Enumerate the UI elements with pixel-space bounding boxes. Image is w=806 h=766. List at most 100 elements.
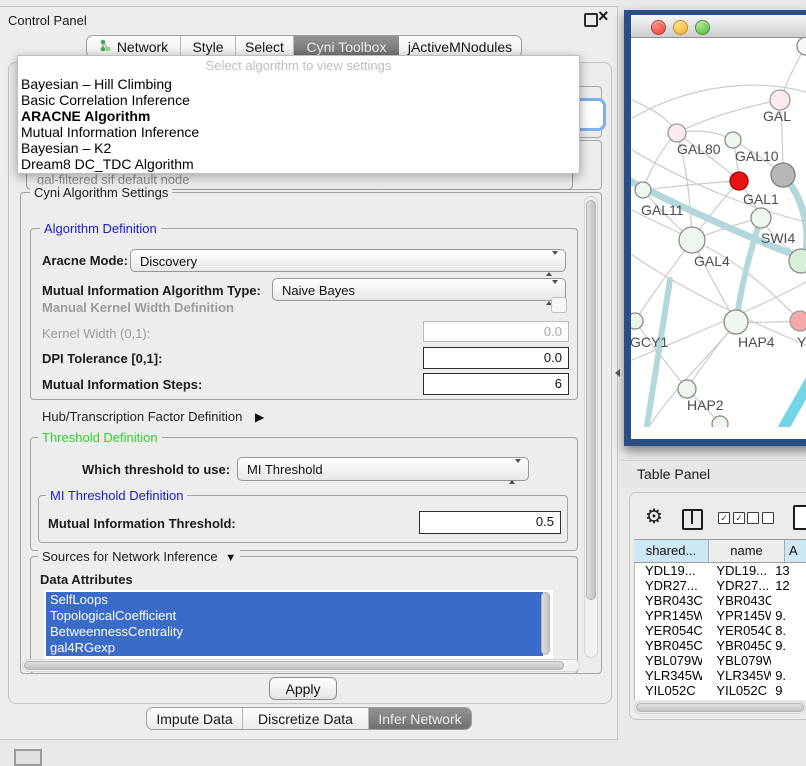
network-node[interactable] [797, 38, 806, 55]
network-node[interactable] [668, 124, 686, 142]
tab-impute-data[interactable]: Impute Data [147, 708, 243, 729]
column-header-clipped[interactable]: A [785, 539, 806, 563]
tab-style[interactable]: Style [181, 36, 236, 57]
data-attributes-list: SelfLoopsTopologicalCoefficientBetweenne… [44, 590, 553, 660]
table-cell: YLR345W [635, 668, 702, 683]
aracne-mode-label: Aracne Mode: [42, 253, 128, 268]
network-node[interactable] [712, 416, 728, 427]
network-node[interactable] [789, 249, 806, 273]
tab-select[interactable]: Select [236, 36, 294, 57]
column-header-shared-name[interactable]: shared... [634, 539, 709, 563]
control-panel-title: Control Panel [8, 13, 87, 28]
network-node[interactable] [678, 380, 696, 398]
tab-network[interactable]: Network [87, 36, 181, 57]
network-node[interactable] [724, 310, 748, 334]
manual-kernel-checkbox[interactable] [551, 297, 567, 313]
table-cell: 12 [771, 578, 806, 593]
tab-label: Select [245, 39, 284, 55]
network-edge [643, 133, 677, 190]
network-node[interactable] [790, 311, 806, 331]
which-threshold-select[interactable]: MI Threshold [237, 457, 529, 481]
table-row[interactable]: YBR045CYBR045C9. [635, 638, 806, 653]
zoom-traffic-light[interactable] [695, 20, 710, 35]
algorithm-option[interactable]: Bayesian – K2 [18, 140, 579, 156]
network-window-titlebar[interactable] [631, 15, 806, 38]
column-header-name[interactable]: name [709, 539, 785, 563]
data-attribute-item[interactable]: BetweennessCentrality [46, 624, 543, 640]
select-all-checkboxes-icon[interactable]: ✓ ✓ [718, 512, 745, 524]
algorithm-option[interactable]: Dream8 DC_TDC Algorithm [18, 156, 579, 172]
mi-threshold-group-title: MI Threshold Definition [46, 488, 187, 503]
table-cell: 9. [771, 638, 806, 653]
gear-icon[interactable]: ⚙ [645, 505, 663, 529]
data-attribute-item[interactable]: TopologicalCoefficient [46, 608, 543, 624]
unchecked-box-icon [762, 512, 774, 524]
network-node[interactable] [679, 227, 705, 253]
checked-box-icon: ✓ [718, 512, 730, 524]
table-hscroll-thumb[interactable] [636, 703, 804, 712]
network-node[interactable] [725, 132, 741, 148]
table-row[interactable]: YIL052CYIL052C9 [635, 683, 806, 698]
attr-list-scrollbar[interactable] [541, 592, 550, 655]
table-row[interactable]: YBR043CYBR043C [635, 593, 806, 608]
panel-splitter-arrow[interactable] [615, 369, 620, 377]
network-node-label: HAP4 [738, 334, 775, 350]
algorithm-dropdown-placeholder: Select algorithm to view settings [18, 56, 579, 76]
table-cell: YDL19... [635, 563, 702, 578]
float-window-icon[interactable] [584, 13, 598, 27]
algorithm-option[interactable]: Mutual Information Inference [18, 124, 579, 140]
unchecked-box-icon [747, 512, 759, 524]
settings-vscroll-thumb[interactable] [586, 200, 596, 600]
data-attribute-item[interactable]: gal4RGexp [46, 640, 543, 656]
apply-button[interactable]: Apply [269, 677, 337, 700]
expanded-arrow-icon: ▼ [225, 552, 236, 564]
kernel-width-label: Kernel Width (0,1): [42, 326, 150, 341]
network-node[interactable] [771, 163, 795, 187]
sources-group-title[interactable]: Sources for Network Inference ▼ [38, 549, 240, 564]
minimize-traffic-light[interactable] [673, 20, 688, 35]
dpi-tolerance-field[interactable]: 0.0 [423, 347, 569, 369]
table-row[interactable]: YER054CYER054C8. [635, 623, 806, 638]
tab-jactivemnodules[interactable]: jActiveMNodules [399, 36, 521, 57]
collapsed-panel-icon[interactable] [14, 749, 42, 766]
network-edge [643, 181, 739, 190]
table-cell: 9 [771, 683, 806, 698]
mi-threshold-label: Mutual Information Threshold: [48, 516, 236, 531]
network-canvas[interactable]: GALGAL80GAL10GAL1GAL11GAL4SWI4GCY1HAP4YH… [631, 38, 806, 427]
mi-steps-field[interactable]: 6 [423, 373, 569, 395]
settings-hscroll-thumb[interactable] [24, 661, 564, 670]
algorithm-option[interactable]: Bayesian – Hill Climbing [18, 76, 579, 92]
columns-icon[interactable] [682, 509, 703, 530]
table-row[interactable]: YPR145WYPR145W9. [635, 608, 806, 623]
network-node-label: GAL [763, 108, 791, 124]
table-row[interactable]: YLR345WYLR345W9. [635, 668, 806, 683]
close-traffic-light[interactable] [651, 20, 666, 35]
network-node[interactable] [751, 208, 771, 228]
table-cell: YDR27... [702, 578, 771, 593]
network-node[interactable] [635, 182, 651, 198]
tab-cyni-toolbox[interactable]: Cyni Toolbox [294, 36, 399, 57]
mi-type-select[interactable]: Naive Bayes [272, 278, 566, 301]
tab-discretize-data[interactable]: Discretize Data [243, 708, 369, 729]
network-node[interactable] [730, 172, 748, 190]
mi-threshold-field[interactable]: 0.5 [419, 511, 561, 534]
network-node[interactable] [631, 313, 643, 329]
data-attribute-item[interactable]: SelfLoops [46, 592, 543, 608]
manual-kernel-label: Manual Kernel Width Definition [42, 300, 234, 315]
algorithm-option[interactable]: Basic Correlation Inference [18, 92, 579, 108]
document-icon[interactable] [793, 505, 806, 530]
table-row[interactable]: YDR27...YDR27...12 [635, 578, 806, 593]
algorithm-option[interactable]: ARACNE Algorithm [18, 108, 579, 124]
table-cell: YPR145W [635, 608, 702, 623]
hub-definition-toggle[interactable]: Hub/Transcription Factor Definition ▶ [42, 409, 264, 424]
deselect-all-checkboxes-icon[interactable] [747, 512, 774, 524]
table-row[interactable]: YDL19...YDL19...13 [635, 563, 806, 578]
tab-infer-network[interactable]: Infer Network [369, 708, 471, 729]
close-icon[interactable]: × [598, 6, 609, 26]
table-row[interactable]: YBL079WYBL079W [635, 653, 806, 668]
network-node[interactable] [770, 90, 790, 110]
algorithm-dropdown: Select algorithm to view settings Bayesi… [17, 55, 580, 174]
tab-label: Style [192, 39, 223, 55]
aracne-mode-select[interactable]: Discovery [130, 249, 566, 272]
kernel-width-field[interactable]: 0.0 [423, 321, 569, 342]
